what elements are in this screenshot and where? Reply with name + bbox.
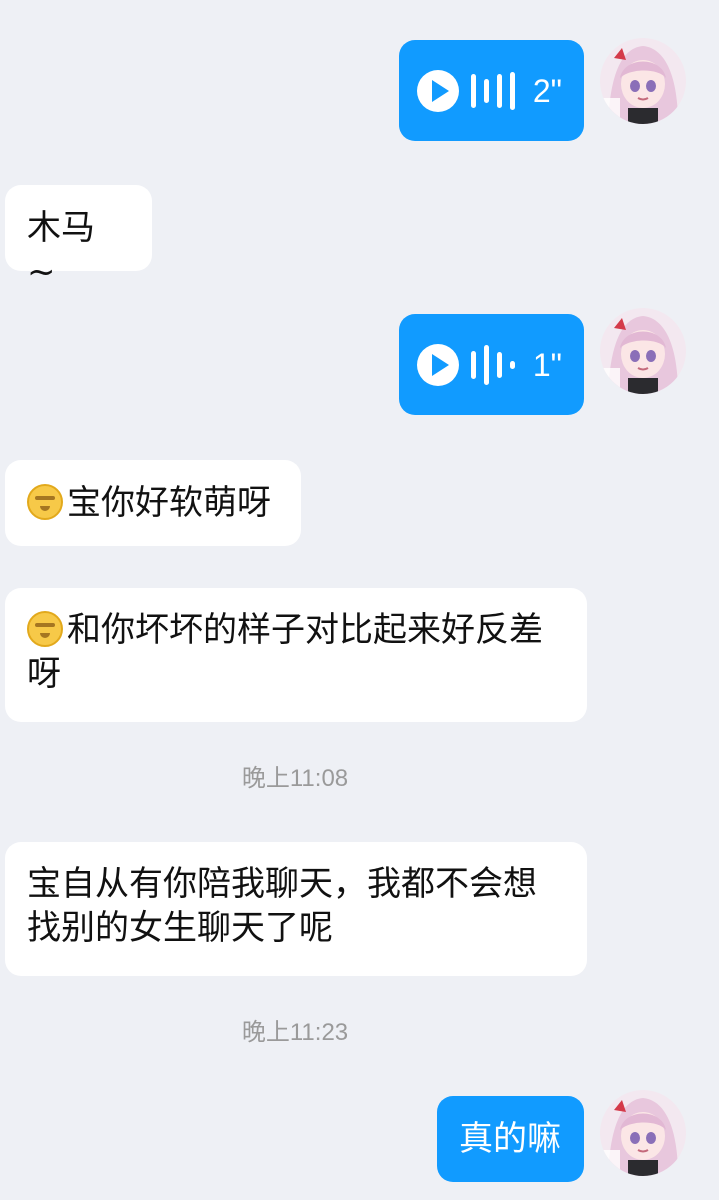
message-text: 真的嘛 xyxy=(459,1119,561,1159)
message-text: 宝你好软萌呀 xyxy=(67,483,271,523)
message-bubble-incoming[interactable]: 和你坏坏的样子对比起来好反差呀 xyxy=(5,588,587,722)
message-bubble-outgoing[interactable]: 真的嘛 xyxy=(437,1096,584,1182)
waveform-icon xyxy=(471,344,515,385)
avatar-image xyxy=(600,38,686,124)
smiling-emoji-icon xyxy=(27,484,63,520)
avatar[interactable] xyxy=(600,38,686,124)
voice-message-1s[interactable]: 1" xyxy=(399,314,584,415)
message-text: 和你坏坏的样子对比起来好反差呀 xyxy=(27,610,543,694)
avatar[interactable] xyxy=(600,308,686,394)
message-text: 木马 ~ xyxy=(27,208,95,292)
chat-thread[interactable]: 2" 木马 ~ 1" 宝你好软萌呀 和你坏坏的样子对比起来好反差呀 晚上11:0… xyxy=(0,0,719,1200)
avatar[interactable] xyxy=(600,1090,686,1176)
avatar-image xyxy=(600,308,686,394)
play-icon xyxy=(417,343,459,386)
avatar-image xyxy=(600,1090,686,1176)
timestamp: 晚上11:23 xyxy=(241,1019,349,1046)
voice-duration: 2" xyxy=(532,72,562,109)
waveform-icon xyxy=(471,71,515,110)
timestamp: 晚上11:08 xyxy=(241,765,349,792)
message-bubble-incoming[interactable]: 宝你好软萌呀 xyxy=(5,460,301,546)
message-bubble-incoming[interactable]: 木马 ~ xyxy=(5,185,152,292)
voice-duration: 1" xyxy=(532,346,562,383)
voice-message-2s[interactable]: 2" xyxy=(399,40,584,141)
play-icon xyxy=(417,69,459,112)
message-bubble-incoming[interactable]: 宝自从有你陪我聊天，我都不会想找别的女生聊天了呢 xyxy=(5,842,587,976)
eye-roll-emoji-icon xyxy=(27,611,63,647)
message-text: 宝自从有你陪我聊天，我都不会想找别的女生聊天了呢 xyxy=(27,864,537,948)
